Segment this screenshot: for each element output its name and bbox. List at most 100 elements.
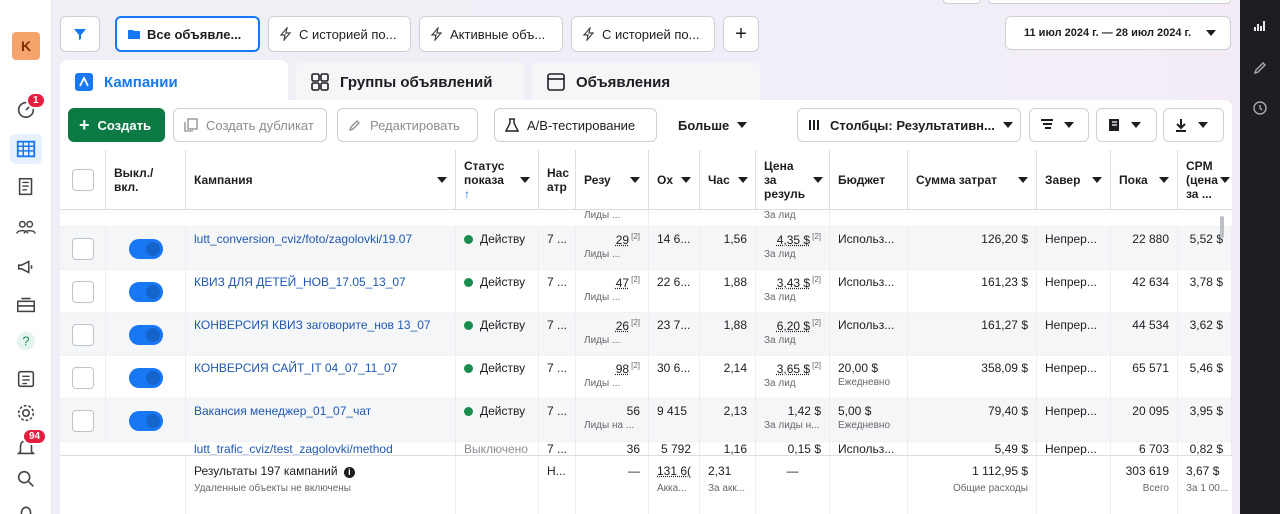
bug-icon[interactable] <box>10 496 42 514</box>
cell-reach: 9 415 <box>649 399 700 442</box>
pages-icon[interactable] <box>10 172 42 202</box>
footnote-marker[interactable]: [2] <box>812 318 821 327</box>
campaign-toggle[interactable] <box>128 410 163 431</box>
cell-reach: 23 7... <box>649 313 700 356</box>
cell-name[interactable]: lutt_conversion_cviz/foto/zagolovki/19.0… <box>186 227 456 270</box>
grid-icon <box>311 73 329 91</box>
header-impressions[interactable]: Пока <box>1111 150 1178 210</box>
header-attribution[interactable]: Нас атр <box>539 150 576 210</box>
header-campaign[interactable]: Кампания <box>186 150 456 210</box>
row-checkbox[interactable] <box>71 237 94 260</box>
cell-results: 26 [2] Лиды ... <box>576 313 649 356</box>
chart-icon[interactable] <box>1250 16 1270 36</box>
campaign-toggle[interactable] <box>128 238 163 259</box>
tab-campaigns[interactable]: Кампании <box>60 60 288 104</box>
reports-dropdown[interactable] <box>1096 108 1157 142</box>
table-row-partial-top[interactable]: Лиды ... За лид <box>60 210 1232 227</box>
campaign-toggle[interactable] <box>128 281 163 302</box>
header-onoff[interactable]: Выкл./ вкл. <box>106 150 186 210</box>
footnote-marker[interactable]: [2] <box>631 361 640 370</box>
cell-name[interactable]: КОНВЕРСИЯ КВИЗ заговорите_нов 13_07 <box>186 313 456 356</box>
table-row[interactable]: КВИЗ ДЛЯ ДЕТЕЙ_НОВ_17.05_13_07 Действу 7 .… <box>60 270 1232 313</box>
footnote-marker[interactable]: [2] <box>631 275 640 284</box>
cell-cost: 3,43 $ [2] За лид <box>756 270 830 313</box>
row-checkbox[interactable] <box>71 366 94 389</box>
pencil-icon[interactable] <box>1250 58 1270 78</box>
right-side-rail <box>1240 0 1280 514</box>
more-dropdown[interactable]: Больше <box>668 108 758 142</box>
ab-test-button[interactable]: A/B-тестирование <box>494 108 657 142</box>
campaign-toggle[interactable] <box>128 324 163 345</box>
cell-cost: 4,35 $ [2] За лид <box>756 227 830 270</box>
status-active-dot <box>464 235 473 245</box>
cell-ends: Непрер... <box>1037 356 1111 399</box>
footnote-marker[interactable]: [2] <box>812 275 821 284</box>
header-status[interactable]: Статус показа ↑ <box>456 150 539 210</box>
table-row[interactable]: lutt_conversion_cviz/foto/zagolovki/19.0… <box>60 227 1232 270</box>
tab-ad-sets[interactable]: Группы объявлений <box>296 62 524 102</box>
top-hidden-field[interactable] <box>988 0 1231 4</box>
settings-icon[interactable] <box>10 398 42 428</box>
columns-dropdown[interactable]: Столбцы: Результативн... <box>797 108 1021 142</box>
info-icon[interactable]: i <box>343 467 355 478</box>
filter-saved-2[interactable]: Активные объ... <box>419 16 563 52</box>
chevron-down-icon <box>1198 122 1208 128</box>
header-cost-per-result[interactable]: Цена за резуль <box>756 150 830 210</box>
cell-name[interactable]: КВИЗ ДЛЯ ДЕТЕЙ_НОВ_17.05_13_07 <box>186 270 456 313</box>
select-all-checkbox[interactable] <box>71 169 94 191</box>
header-cpm[interactable]: CPM (цена за ... <box>1178 150 1232 210</box>
cell-cpm: 3,62 $ <box>1178 313 1232 356</box>
table-row[interactable]: КОНВЕРСИЯ САЙТ_IT 04_07_11_07 Действу 7 ..… <box>60 356 1232 399</box>
cell-status: Действу <box>456 399 539 442</box>
cell-name[interactable]: КОНВЕРСИЯ САЙТ_IT 04_07_11_07 <box>186 356 456 399</box>
table-scrollbar[interactable] <box>1220 216 1224 238</box>
header-ends[interactable]: Завер <box>1037 150 1111 210</box>
export-dropdown[interactable] <box>1163 108 1224 142</box>
account-avatar[interactable]: K <box>12 32 40 60</box>
breakdown-dropdown[interactable] <box>1029 108 1089 142</box>
filter-all-ads[interactable]: Все объявле... <box>115 16 260 52</box>
tab-ads[interactable]: Объявления <box>532 62 760 102</box>
megaphone-icon[interactable] <box>10 252 42 282</box>
add-filter-button[interactable]: + <box>723 16 759 52</box>
edit-button[interactable]: Редактировать <box>337 108 478 142</box>
footnote-marker[interactable]: [2] <box>631 318 640 327</box>
footnote-marker[interactable]: [2] <box>631 232 640 241</box>
bell-icon[interactable]: 94 <box>10 428 48 462</box>
cell-name[interactable]: Вакансия менеджер_01_07_чат <box>186 399 456 442</box>
table-row[interactable]: КОНВЕРСИЯ КВИЗ заговорите_нов 13_07 Дейст… <box>60 313 1232 356</box>
speedometer-icon[interactable]: 1 <box>10 92 46 124</box>
clock-icon[interactable] <box>1250 98 1270 118</box>
footnote-marker[interactable]: [2] <box>812 232 821 241</box>
table-row[interactable]: Вакансия менеджер_01_07_чат Действу 7 ... 5… <box>60 399 1232 442</box>
create-button[interactable]: + Создать <box>68 108 165 142</box>
billing-icon[interactable] <box>10 364 42 394</box>
filter-saved-1[interactable]: С историей по... <box>268 16 411 52</box>
cell-impr: 44 534 <box>1111 313 1178 356</box>
header-reach[interactable]: Ох <box>649 150 700 210</box>
campaign-toggle[interactable] <box>128 367 163 388</box>
help-icon[interactable]: ? <box>10 326 42 356</box>
search-icon[interactable] <box>10 464 42 494</box>
row-checkbox[interactable] <box>71 280 94 303</box>
row-checkbox[interactable] <box>71 323 94 346</box>
cell-impr: 20 095 <box>1111 399 1178 442</box>
filter-saved-3[interactable]: С историей по... <box>571 16 715 52</box>
duplicate-button[interactable]: Создать дубликат <box>173 108 327 142</box>
date-range-picker[interactable]: 11 июл 2024 г. — 28 июл 2024 г. <box>1005 16 1231 50</box>
header-frequency[interactable]: Час <box>700 150 756 210</box>
filter-funnel-button[interactable] <box>60 16 100 52</box>
top-hidden-button[interactable] <box>943 0 981 4</box>
table-icon[interactable] <box>10 134 42 164</box>
header-select-all[interactable] <box>60 150 106 210</box>
footnote-marker[interactable]: [2] <box>812 361 821 370</box>
header-results[interactable]: Резу <box>576 150 649 210</box>
cell-results: 29 [2] Лиды ... <box>576 227 649 270</box>
header-budget[interactable]: Бюджет <box>830 150 908 210</box>
catalog-icon[interactable] <box>10 290 42 320</box>
row-checkbox[interactable] <box>71 409 94 432</box>
table-row-partial-bottom[interactable]: lutt_trafic_cviz/test_zagolovki/method В… <box>60 442 1232 456</box>
header-amount-spent[interactable]: Сумма затрат <box>908 150 1037 210</box>
cell-budget: Использ... <box>830 313 908 356</box>
audience-icon[interactable] <box>10 212 42 242</box>
